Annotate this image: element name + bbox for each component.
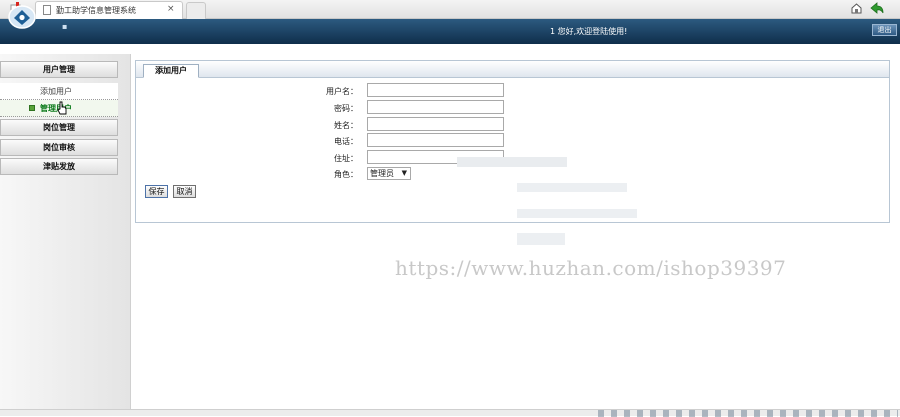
cancel-button[interactable]: 取消: [173, 185, 196, 198]
header-dot: ▪: [62, 22, 68, 31]
password-input[interactable]: [367, 100, 504, 114]
logo-icon: [8, 5, 36, 29]
menu-allowance-payment[interactable]: 津贴发放: [0, 158, 118, 175]
phone-input[interactable]: [367, 133, 504, 147]
welcome-message: 1 您好,欢迎登陆使用!: [550, 27, 628, 36]
chevron-down-icon: ▼: [401, 169, 407, 177]
menu-position-review[interactable]: 岗位审核: [0, 139, 118, 156]
submenu-add-user[interactable]: 添加用户: [0, 83, 118, 100]
app-header: ▪ 1 您好,欢迎登陆使用! 退出: [0, 19, 900, 44]
watermark: https://www.huzhan.com/ishop39397: [395, 256, 787, 280]
menu-position-management[interactable]: 岗位管理: [0, 119, 118, 136]
logout-button[interactable]: 退出: [872, 24, 897, 36]
username-input[interactable]: [367, 83, 504, 97]
new-tab-button[interactable]: [186, 2, 206, 19]
password-label: 密码：: [334, 104, 358, 113]
username-label: 用户名：: [326, 87, 358, 96]
browser-tab-bar: 勤工助学信息管理系统 ×: [0, 0, 900, 19]
submenu-manage-users-label: 管理用户: [40, 104, 72, 113]
back-arrow-icon[interactable]: [870, 2, 884, 15]
role-select-value: 管理员: [370, 169, 394, 178]
save-button[interactable]: 保存: [145, 185, 168, 198]
add-user-panel: 添加用户 用户名： 密码： 姓名： 电话： 住址： 角色： 管理员 ▼ 保存 取…: [135, 60, 890, 223]
tab-close-icon[interactable]: ×: [167, 4, 175, 14]
role-select[interactable]: 管理员 ▼: [367, 167, 411, 180]
sidebar: 用户管理 添加用户 管理用户 岗位管理 岗位审核 津贴发放: [0, 54, 131, 410]
browser-tab[interactable]: 勤工助学信息管理系统 ×: [35, 1, 183, 19]
menu-user-management[interactable]: 用户管理: [0, 61, 118, 78]
address-label: 住址：: [334, 154, 358, 163]
page-icon: [43, 5, 51, 15]
faded-bar: [517, 233, 565, 245]
phone-label: 电话：: [334, 137, 358, 146]
hand-cursor-icon: [57, 101, 67, 115]
active-bullet-icon: [29, 105, 35, 111]
name-label: 姓名：: [334, 121, 358, 130]
role-label: 角色：: [334, 170, 358, 179]
browser-tab-title: 勤工助学信息管理系统: [56, 6, 136, 15]
name-input[interactable]: [367, 117, 504, 131]
tab-add-user[interactable]: 添加用户: [143, 64, 199, 78]
home-icon[interactable]: [851, 3, 862, 14]
panel-tab-strip: 添加用户: [136, 61, 889, 78]
address-input[interactable]: [367, 150, 504, 164]
status-bar: [0, 409, 900, 417]
